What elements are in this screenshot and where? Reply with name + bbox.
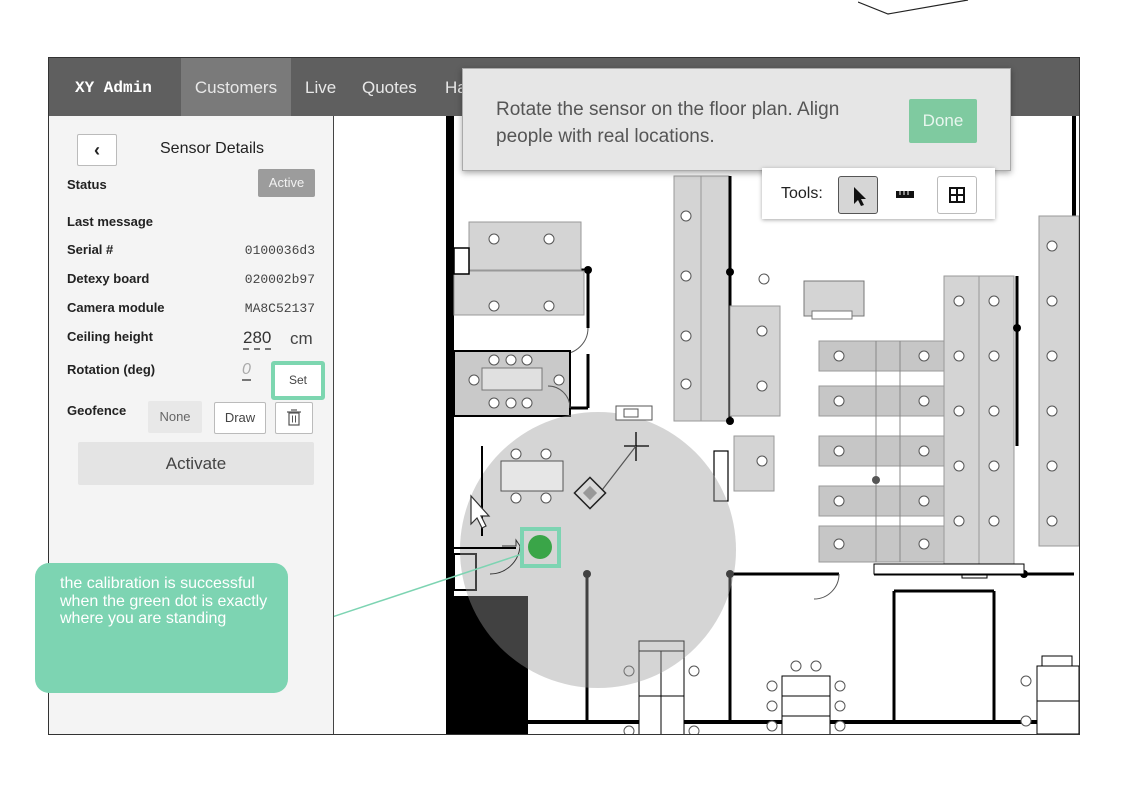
camera-value: MA8C52137	[244, 301, 315, 316]
calibration-callout: the calibration is successful when the g…	[35, 563, 288, 693]
geofence-draw-button[interactable]: Draw	[214, 402, 266, 434]
camera-label: Camera module	[67, 300, 165, 315]
set-rotation-button[interactable]: Set	[271, 361, 325, 400]
trash-icon	[287, 409, 301, 426]
nav-item-customers[interactable]: Customers	[181, 58, 291, 116]
ceiling-height-input[interactable]: 280	[243, 328, 272, 350]
board-value: 020002b97	[244, 272, 315, 287]
detected-person-dot[interactable]	[528, 535, 552, 559]
callout-text: the calibration is successful when the g…	[60, 575, 268, 627]
last-message-label: Last message	[67, 214, 153, 229]
pointer-icon	[854, 187, 866, 206]
pointer-tool-button[interactable]	[838, 176, 878, 214]
rotation-input[interactable]: 0	[242, 361, 251, 381]
ruler-icon	[896, 191, 914, 198]
nav-item-live[interactable]: Live	[305, 58, 336, 116]
geofence-none-button[interactable]: None	[148, 401, 202, 433]
chevron-left-icon: ‹	[94, 140, 100, 160]
back-button[interactable]: ‹	[77, 134, 117, 166]
serial-label: Serial #	[67, 242, 114, 257]
ceiling-height-unit: cm	[290, 329, 313, 348]
tools-label: Tools:	[781, 185, 823, 202]
panel-title: Sensor Details	[160, 140, 265, 157]
instruction-text: Rotate the sensor on the floor plan. Ali…	[496, 99, 840, 147]
delete-geofence-button[interactable]	[275, 402, 313, 434]
tools-panel: Tools:	[762, 168, 995, 219]
grid-icon	[949, 187, 965, 203]
serial-value: 0100036d3	[244, 243, 315, 258]
instruction-popup: Rotate the sensor on the floor plan. Ali…	[462, 68, 1011, 171]
ruler-tool-button[interactable]	[886, 176, 924, 212]
brand-logo[interactable]: XY Admin	[75, 58, 152, 116]
done-button[interactable]: Done	[909, 99, 977, 143]
geofence-label: Geofence	[67, 403, 127, 418]
status-label: Status	[67, 177, 107, 192]
sensor-coverage-area	[460, 412, 736, 688]
board-label: Detexy board	[67, 271, 150, 286]
rotation-label: Rotation (deg)	[67, 362, 156, 377]
grid-tool-button[interactable]	[937, 176, 977, 214]
ceiling-height-label: Ceiling height	[67, 329, 153, 344]
annotation-arrow-fragment	[858, 0, 969, 15]
nav-item-quotes[interactable]: Quotes	[362, 58, 417, 116]
activate-button[interactable]: Activate	[78, 442, 314, 485]
status-badge: Active	[258, 169, 315, 197]
